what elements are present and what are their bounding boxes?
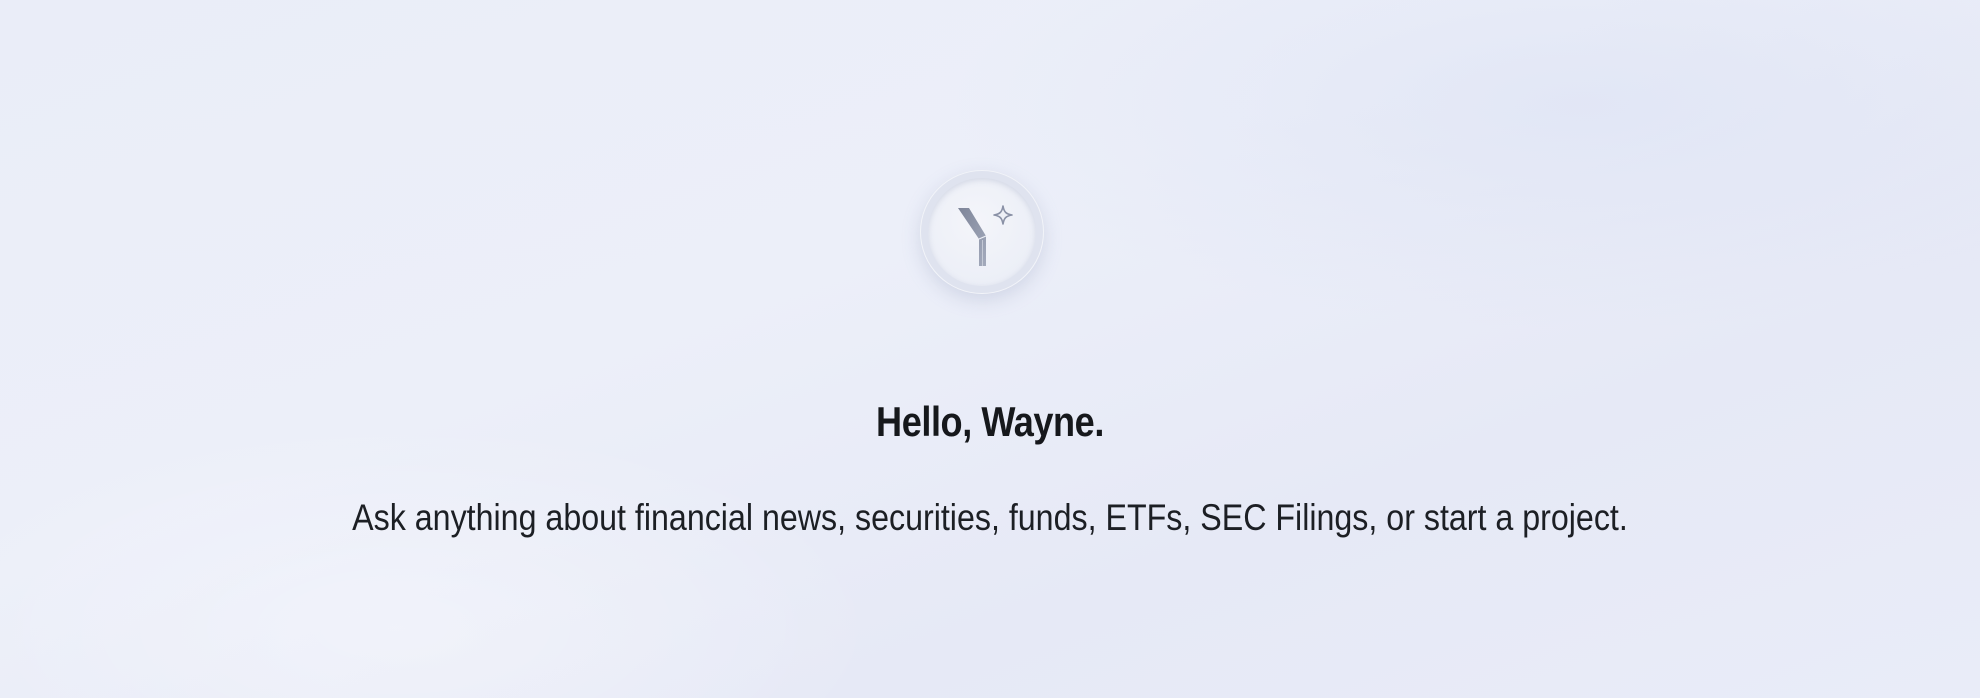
welcome-subtitle: Ask anything about financial news, secur…: [352, 497, 1628, 538]
greeting-heading: Hello, Wayne.: [876, 398, 1104, 445]
logo-badge: [928, 178, 1036, 286]
y-sparkle-logo-icon: [958, 205, 1013, 266]
welcome-hero: Hello, Wayne. Ask anything about financi…: [0, 0, 1980, 698]
assistant-logo: [920, 170, 1044, 294]
